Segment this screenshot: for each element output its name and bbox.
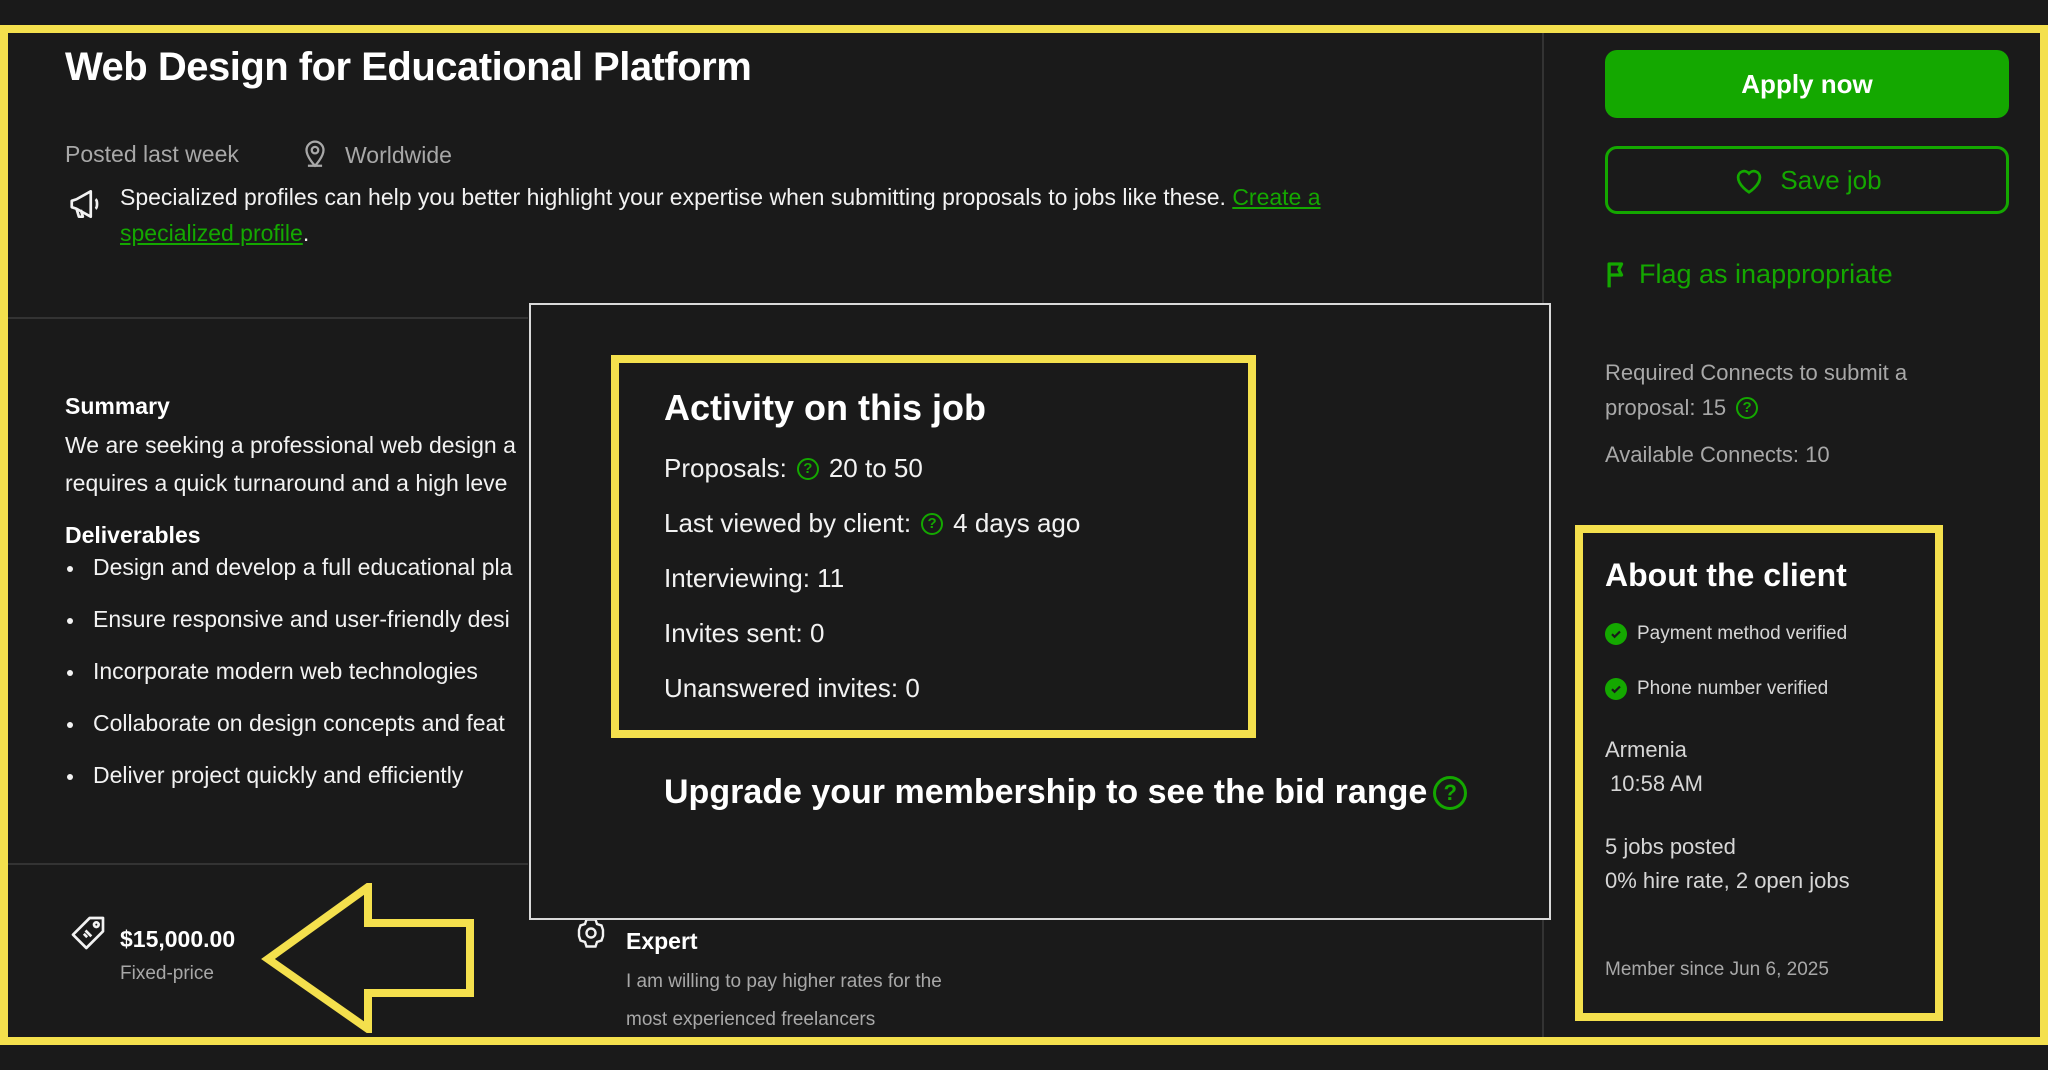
proposals-row: Proposals: ? 20 to 50 <box>664 453 923 484</box>
apply-now-button[interactable]: Apply now <box>1605 50 2009 118</box>
posted-time: Posted last week <box>65 141 239 167</box>
location-pin-icon <box>298 136 332 175</box>
screenshot-frame: Web Design for Educational Platform Post… <box>0 25 2048 1045</box>
expert-level-icon <box>573 915 609 956</box>
deliverables-heading: Deliverables <box>65 522 201 548</box>
help-icon[interactable]: ? <box>1736 396 1759 419</box>
connects-line: Required Connects to submit a <box>1605 360 1908 385</box>
client-hire-rate: 0% hire rate, 2 open jobs <box>1605 868 1850 893</box>
activity-highlight-box: Activity on this job Proposals: ? 20 to … <box>611 355 1256 738</box>
expert-level-desc: I am willing to pay higher rates for the… <box>626 963 942 1037</box>
help-icon[interactable]: ? <box>796 457 819 480</box>
job-location: Worldwide <box>345 142 452 168</box>
phone-verified: Phone number verified <box>1605 678 1828 700</box>
list-item: Ensure responsive and user-friendly desi <box>65 606 535 658</box>
check-circle-icon <box>1605 678 1627 700</box>
price-tag-icon <box>68 913 108 958</box>
list-item: Design and develop a full educational pl… <box>65 554 535 606</box>
list-item: Collaborate on design concepts and feat <box>65 710 535 762</box>
heart-icon <box>1737 169 1762 194</box>
upgrade-label: Upgrade your membership to see the bid r… <box>664 773 1428 811</box>
member-since: Member since Jun 6, 2025 <box>1605 959 1829 980</box>
flag-icon <box>1607 261 1624 287</box>
client-jobs-posted: 5 jobs posted <box>1605 834 1736 859</box>
payment-verified-label: Payment method verified <box>1637 623 1848 644</box>
proposals-label: Proposals: <box>664 453 787 483</box>
phone-verified-label: Phone number verified <box>1637 678 1829 699</box>
proposals-value: 20 to 50 <box>828 453 923 483</box>
tip-text: Specialized profiles can help you better… <box>120 184 1226 210</box>
job-link-heading: Job link <box>1605 1033 1703 1037</box>
last-viewed-label: Last viewed by client: <box>664 508 912 538</box>
specialized-profile-tip: Specialized profiles can help you better… <box>120 179 1420 251</box>
expert-level-name: Expert <box>626 928 698 954</box>
job-title: Web Design for Educational Platform <box>65 45 752 89</box>
deliverables-list: Design and develop a full educational pl… <box>65 554 535 814</box>
section-divider <box>8 863 528 865</box>
upgrade-membership-text: Upgrade your membership to see the bid r… <box>664 773 1468 812</box>
expert-desc-line: I am willing to pay higher rates for the <box>626 971 942 992</box>
activity-popup: Activity on this job Proposals: ? 20 to … <box>529 303 1551 920</box>
list-item: Deliver project quickly and efficiently <box>65 762 535 814</box>
required-connects: Required Connects to submit a proposal: … <box>1605 355 1965 425</box>
left-arrow-annotation-icon <box>258 879 480 1037</box>
connects-line: proposal: 15 ? <box>1605 390 1965 425</box>
payment-verified: Payment method verified <box>1605 623 1847 645</box>
help-icon[interactable]: ? <box>921 512 944 535</box>
client-country: Armenia <box>1605 737 1687 762</box>
megaphone-icon <box>66 185 106 228</box>
last-viewed-row: Last viewed by client: ? 4 days ago <box>664 508 1080 539</box>
unanswered-invites-row: Unanswered invites: 0 <box>664 673 920 703</box>
about-client-title: About the client <box>1605 557 1847 593</box>
budget-amount: $15,000.00 <box>120 926 236 952</box>
help-icon[interactable]: ? <box>1433 775 1468 810</box>
summary-line: requires a quick turnaround and a high l… <box>65 470 508 496</box>
expert-desc-line: most experienced freelancers <box>626 1009 876 1030</box>
summary-text: We are seeking a professional web design… <box>65 426 535 502</box>
client-local-time: 10:58 AM <box>1610 771 1703 796</box>
last-viewed-value: 4 days ago <box>953 508 1081 538</box>
client-location: Armenia 10:58 AM <box>1605 733 1703 801</box>
list-item: Incorporate modern web technologies <box>65 658 535 710</box>
save-job-label: Save job <box>1780 164 1882 195</box>
interviewing-row: Interviewing: 11 <box>664 563 845 593</box>
summary-heading: Summary <box>65 393 170 419</box>
summary-line: We are seeking a professional web design… <box>65 432 516 458</box>
activity-title: Activity on this job <box>664 387 987 428</box>
client-history: 5 jobs posted 0% hire rate, 2 open jobs <box>1605 830 1850 898</box>
flag-inappropriate-link[interactable]: Flag as inappropriate <box>1605 259 1893 290</box>
budget-type: Fixed-price <box>120 963 214 984</box>
header-divider <box>8 317 528 319</box>
invites-sent-row: Invites sent: 0 <box>664 618 825 648</box>
save-job-button[interactable]: Save job <box>1605 146 2009 214</box>
about-client-box: About the client Payment method verified… <box>1575 525 1943 1021</box>
flag-label: Flag as inappropriate <box>1639 259 1893 289</box>
available-connects: Available Connects: 10 <box>1605 442 1830 467</box>
tip-period: . <box>302 220 310 246</box>
connects-value: proposal: 15 <box>1605 395 1727 420</box>
check-circle-icon <box>1605 623 1627 645</box>
